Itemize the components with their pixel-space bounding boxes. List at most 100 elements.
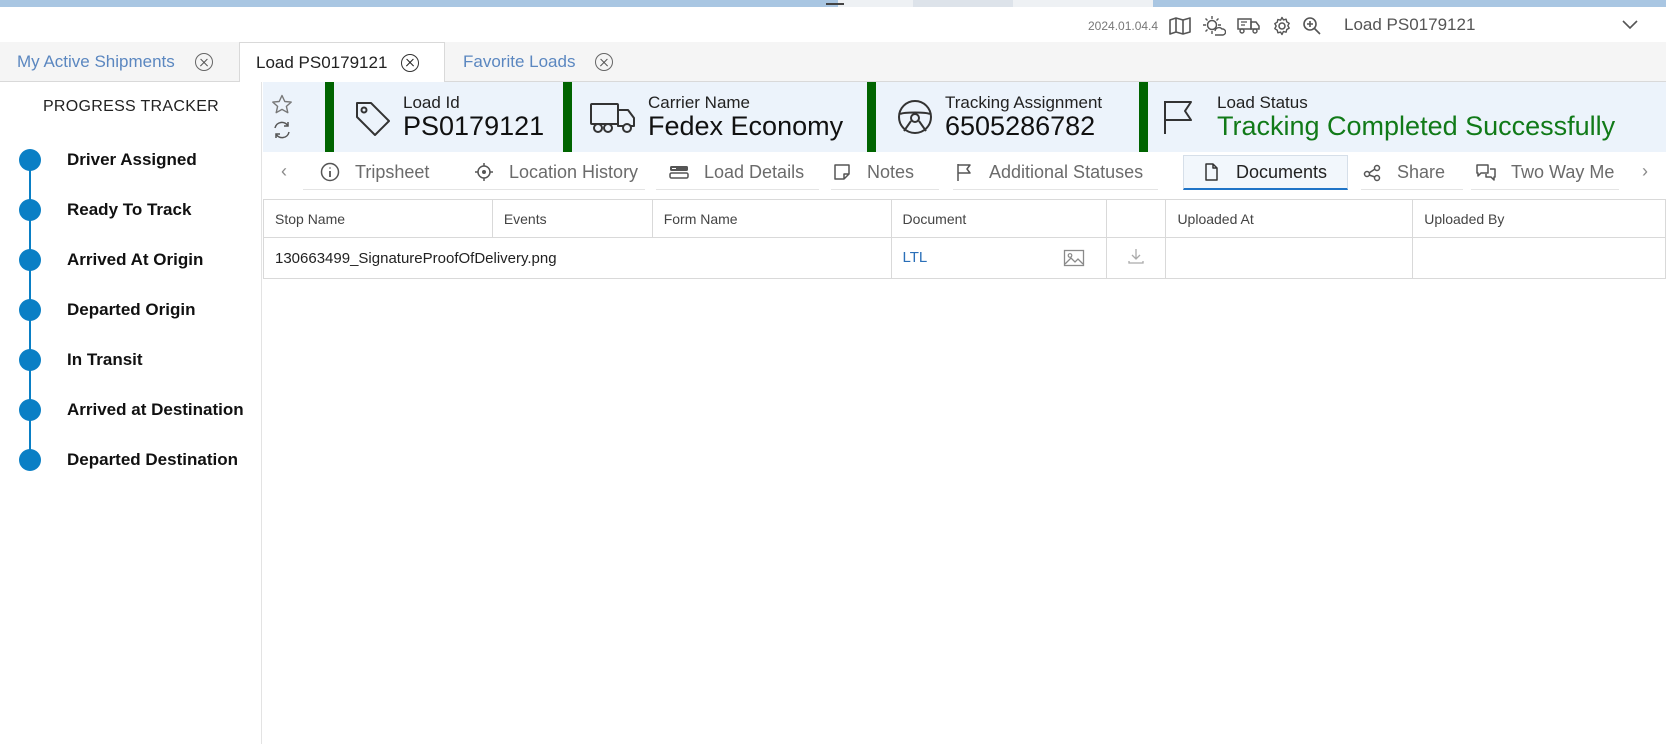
close-icon[interactable] (401, 53, 420, 72)
tab-my-active-shipments[interactable]: My Active Shipments (17, 42, 213, 82)
documents-table: Stop Name Events Form Name Document Uplo… (263, 199, 1666, 279)
step-label: Arrived At Origin (67, 250, 204, 269)
cell-stop-name: 130663499_SignatureProofOfDelivery.png (263, 237, 892, 279)
column-header-form-name[interactable]: Form Name (651, 199, 892, 238)
column-header-stop-name[interactable]: Stop Name (263, 199, 493, 238)
flag-icon (1164, 101, 1192, 134)
menu-icon[interactable] (826, 0, 846, 10)
progress-step: Arrived At Origin (0, 244, 262, 274)
step-label: Departed Destination (67, 450, 238, 469)
tab-tripsheet[interactable]: Tripsheet (303, 155, 453, 190)
step-dot (19, 349, 41, 371)
status-accent-bar (1139, 82, 1148, 152)
cell-document: LTL (890, 237, 1108, 279)
tab-share[interactable]: Share (1361, 155, 1463, 190)
tracking-value: 6505286782 (945, 111, 1096, 141)
column-header-actions (1106, 199, 1167, 238)
tracking-label: Tracking Assignment (945, 93, 1103, 112)
progress-step: Driver Assigned (0, 144, 262, 174)
status-accent-bar (563, 82, 572, 152)
step-label: Arrived at Destination (67, 400, 244, 419)
table-row: 130663499_SignatureProofOfDelivery.png L… (263, 237, 1666, 279)
load-id-label: Load Id (403, 93, 460, 112)
tab-load-details[interactable]: Load Details (656, 155, 819, 190)
cell-uploaded-by (1412, 237, 1666, 279)
tag-icon (356, 102, 390, 136)
settings-icon[interactable] (1270, 14, 1294, 38)
progress-step: Ready To Track (0, 194, 262, 224)
load-tabs: My Active Shipments Load PS0179121 Favor… (0, 42, 1666, 83)
map-icon[interactable] (1168, 14, 1192, 38)
subtab-label: Additional Statuses (989, 161, 1144, 182)
step-dot (19, 299, 41, 321)
close-icon[interactable] (194, 53, 213, 71)
subtab-label: Notes (867, 161, 915, 182)
tab-documents[interactable]: Documents (1183, 155, 1348, 190)
load-status-card: Load Status Tracking Completed Successfu… (1139, 82, 1659, 152)
favorite-actions (271, 94, 293, 145)
tab-two-way-messaging[interactable]: Two Way Me (1471, 155, 1619, 190)
scroll-right-icon[interactable]: › (1638, 160, 1652, 182)
scroll-left-icon[interactable]: ‹ (277, 160, 291, 182)
star-icon[interactable] (271, 94, 293, 114)
carrier-card: Carrier Name Fedex Economy (563, 82, 868, 152)
subtab-label: Two Way Me (1511, 161, 1615, 182)
subtab-label: Location History (509, 161, 639, 182)
tab-load-ps0179121[interactable]: Load PS0179121 (239, 42, 445, 83)
step-dot (19, 249, 41, 271)
document-icon (1200, 161, 1222, 183)
column-header-uploaded-by[interactable]: Uploaded By (1412, 199, 1666, 238)
weather-icon[interactable] (1202, 14, 1226, 38)
load-id-value: PS0179121 (403, 111, 545, 141)
progress-tracker-title: PROGRESS TRACKER (42, 98, 220, 115)
load-id-card: Load Id PS0179121 (325, 82, 560, 152)
step-label: Ready To Track (67, 200, 192, 219)
carrier-value: Fedex Economy (648, 111, 844, 141)
load-info-bar: Load Id PS0179121 Carrier Name Fedex Eco… (263, 82, 1666, 152)
column-header-uploaded-at[interactable]: Uploaded At (1165, 199, 1414, 238)
tab-additional-statuses[interactable]: Additional Statuses (953, 155, 1158, 190)
step-dot (19, 449, 41, 471)
step-label: Departed Origin (67, 300, 196, 319)
progress-step: In Transit (0, 344, 262, 374)
tab-notes[interactable]: Notes (831, 155, 939, 190)
refresh-icon[interactable] (271, 120, 293, 140)
location-target-icon (473, 161, 495, 183)
step-dot (19, 399, 41, 421)
status-accent-bar (325, 82, 334, 152)
truck-icon (590, 103, 635, 133)
cell-uploaded-at (1165, 237, 1414, 279)
subtab-label: Documents (1236, 161, 1328, 182)
tab-location-history[interactable]: Location History (453, 155, 645, 190)
step-label: In Transit (67, 350, 143, 369)
flag-icon (953, 161, 975, 183)
details-icon (668, 161, 690, 183)
tab-favorite-loads[interactable]: Favorite Loads (463, 42, 614, 82)
load-detail-panel: Load Id PS0179121 Carrier Name Fedex Eco… (263, 82, 1666, 744)
step-dot (19, 149, 41, 171)
truck-alert-icon[interactable] (1237, 14, 1261, 38)
tab-label: Load PS0179121 (256, 52, 388, 72)
info-icon (319, 161, 341, 183)
detail-tabs: ‹ Tripsheet Location History Load Detail… (263, 152, 1666, 192)
download-icon[interactable] (1127, 247, 1145, 265)
subtab-label: Tripsheet (355, 161, 430, 182)
tab-label: My Active Shipments (17, 52, 175, 71)
close-icon[interactable] (595, 53, 614, 71)
zoom-icon[interactable] (1300, 14, 1324, 38)
header-load-title: Load PS0179121 (1344, 15, 1476, 34)
column-header-document[interactable]: Document (890, 199, 1108, 238)
table-header-row: Stop Name Events Form Name Document Uplo… (263, 199, 1666, 238)
image-preview-icon[interactable] (1063, 248, 1085, 268)
column-header-events[interactable]: Events (491, 199, 653, 238)
chevron-down-icon[interactable] (1620, 14, 1640, 34)
share-icon (1361, 161, 1383, 183)
tab-label: Favorite Loads (463, 52, 576, 71)
document-link[interactable]: LTL (903, 249, 927, 266)
note-icon (831, 161, 853, 183)
app-header: 2024.01.04.4 Load PS0179121 (0, 10, 1666, 42)
progress-step: Departed Destination (0, 444, 262, 474)
subtab-label: Share (1397, 161, 1446, 182)
progress-step: Departed Origin (0, 294, 262, 324)
carrier-label: Carrier Name (648, 93, 751, 112)
